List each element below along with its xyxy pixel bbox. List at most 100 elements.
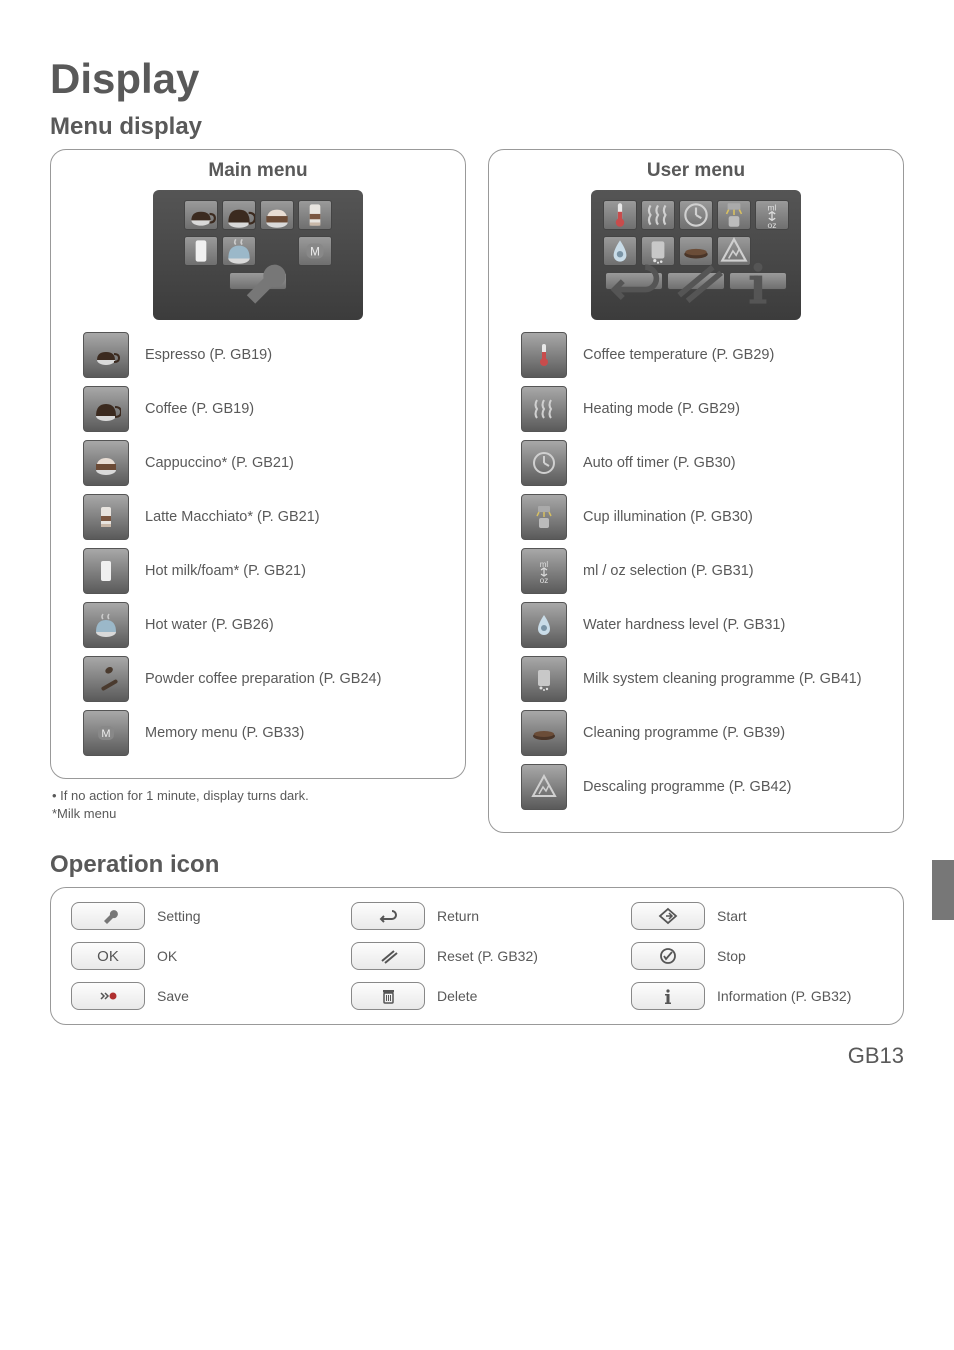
start-icon	[631, 902, 705, 930]
milk-icon	[83, 548, 129, 594]
ml-oz-icon	[521, 548, 567, 594]
cleaning-icon	[521, 710, 567, 756]
water-hardness-icon	[521, 602, 567, 648]
op-return: Return	[351, 902, 603, 930]
item-label: Powder coffee preparation (P. GB24)	[145, 671, 381, 687]
operation-icon-panel: Setting Return Start OK OK Reset (P. GB32…	[50, 887, 904, 1025]
screen-cell-latte	[298, 200, 332, 230]
screen-cell-memory	[298, 236, 332, 266]
user-menu-item-list: Coffee temperature (P. GB29) Heating mod…	[501, 332, 891, 810]
main-item-espresso: Espresso (P. GB19)	[83, 332, 453, 378]
hotwater-icon	[83, 602, 129, 648]
main-item-cappuccino: Cappuccino* (P. GB21)	[83, 440, 453, 486]
user-item-hardness: Water hardness level (P. GB31)	[521, 602, 891, 648]
user-item-illum: Cup illumination (P. GB30)	[521, 494, 891, 540]
op-label: Information (P. GB32)	[717, 988, 851, 1004]
main-item-hotwater: Hot water (P. GB26)	[83, 602, 453, 648]
memory-icon	[83, 710, 129, 756]
user-item-descale: Descaling programme (P. GB42)	[521, 764, 891, 810]
screen-cell-coffee	[222, 200, 256, 230]
reset-icon	[351, 942, 425, 970]
page-title: Display	[50, 55, 904, 103]
screen-softkey-return	[605, 272, 663, 290]
espresso-icon	[83, 332, 129, 378]
main-menu-panel: Main menu	[50, 149, 466, 779]
page-number: GB13	[50, 1043, 904, 1069]
op-label: Save	[157, 988, 189, 1004]
clock-icon	[521, 440, 567, 486]
op-label: Reset (P. GB32)	[437, 948, 538, 964]
user-menu-title: User menu	[501, 160, 891, 182]
op-ok: OK OK	[71, 942, 323, 970]
item-label: Water hardness level (P. GB31)	[583, 617, 785, 633]
user-menu-screen	[591, 190, 801, 320]
section-heading-operation: Operation icon	[50, 851, 904, 879]
screen-softkey-reset	[667, 272, 725, 290]
item-label: Espresso (P. GB19)	[145, 347, 272, 363]
op-save: Save	[71, 982, 323, 1010]
stop-icon	[631, 942, 705, 970]
screen-softkey-settings	[229, 272, 287, 290]
note-line: • If no action for 1 minute, display tur…	[52, 787, 466, 805]
screen-cell-milk	[184, 236, 218, 266]
screen-cell-mloz	[755, 200, 789, 230]
op-label: Return	[437, 908, 479, 924]
milk-clean-icon	[521, 656, 567, 702]
main-menu-item-list: Espresso (P. GB19) Coffee (P. GB19) Capp…	[63, 332, 453, 756]
item-label: Milk system cleaning programme (P. GB41)	[583, 671, 862, 687]
main-menu-notes: • If no action for 1 minute, display tur…	[52, 787, 466, 822]
latte-icon	[83, 494, 129, 540]
op-label: Delete	[437, 988, 477, 1004]
op-label: Start	[717, 908, 747, 924]
user-item-heat: Heating mode (P. GB29)	[521, 386, 891, 432]
item-label: ml / oz selection (P. GB31)	[583, 563, 754, 579]
heating-icon	[521, 386, 567, 432]
item-label: Memory menu (P. GB33)	[145, 725, 304, 741]
main-menu-screen	[153, 190, 363, 320]
op-reset: Reset (P. GB32)	[351, 942, 603, 970]
main-item-powder: Powder coffee preparation (P. GB24)	[83, 656, 453, 702]
screen-cell-heat	[641, 200, 675, 230]
screen-cell-illum	[717, 200, 751, 230]
thermometer-icon	[521, 332, 567, 378]
screen-cell-espresso	[184, 200, 218, 230]
screen-softkey-info	[729, 272, 787, 290]
wrench-icon	[71, 902, 145, 930]
item-label: Coffee temperature (P. GB29)	[583, 347, 774, 363]
item-label: Cup illumination (P. GB30)	[583, 509, 753, 525]
ok-icon: OK	[71, 942, 145, 970]
main-item-memory: Memory menu (P. GB33)	[83, 710, 453, 756]
main-item-coffee: Coffee (P. GB19)	[83, 386, 453, 432]
return-icon	[351, 902, 425, 930]
coffee-icon	[83, 386, 129, 432]
screen-cell-cappuccino	[260, 200, 294, 230]
op-label: OK	[157, 948, 177, 964]
main-menu-title: Main menu	[63, 160, 453, 182]
op-label: Stop	[717, 948, 746, 964]
save-icon	[71, 982, 145, 1010]
item-label: Hot water (P. GB26)	[145, 617, 274, 633]
main-item-latte: Latte Macchiato* (P. GB21)	[83, 494, 453, 540]
item-label: Coffee (P. GB19)	[145, 401, 254, 417]
item-label: Heating mode (P. GB29)	[583, 401, 740, 417]
op-stop: Stop	[631, 942, 883, 970]
section-tab	[932, 860, 954, 920]
item-label: Cappuccino* (P. GB21)	[145, 455, 294, 471]
note-line: *Milk menu	[52, 805, 466, 823]
screen-cell-clock	[679, 200, 713, 230]
user-item-clean: Cleaning programme (P. GB39)	[521, 710, 891, 756]
op-start: Start	[631, 902, 883, 930]
info-icon	[631, 982, 705, 1010]
op-delete: Delete	[351, 982, 603, 1010]
user-item-clock: Auto off timer (P. GB30)	[521, 440, 891, 486]
item-label: Latte Macchiato* (P. GB21)	[145, 509, 320, 525]
item-label: Descaling programme (P. GB42)	[583, 779, 791, 795]
user-item-milkclean: Milk system cleaning programme (P. GB41)	[521, 656, 891, 702]
item-label: Cleaning programme (P. GB39)	[583, 725, 785, 741]
descaling-icon	[521, 764, 567, 810]
op-label: Setting	[157, 908, 201, 924]
item-label: Auto off timer (P. GB30)	[583, 455, 736, 471]
cappuccino-icon	[83, 440, 129, 486]
illumination-icon	[521, 494, 567, 540]
powder-icon	[83, 656, 129, 702]
